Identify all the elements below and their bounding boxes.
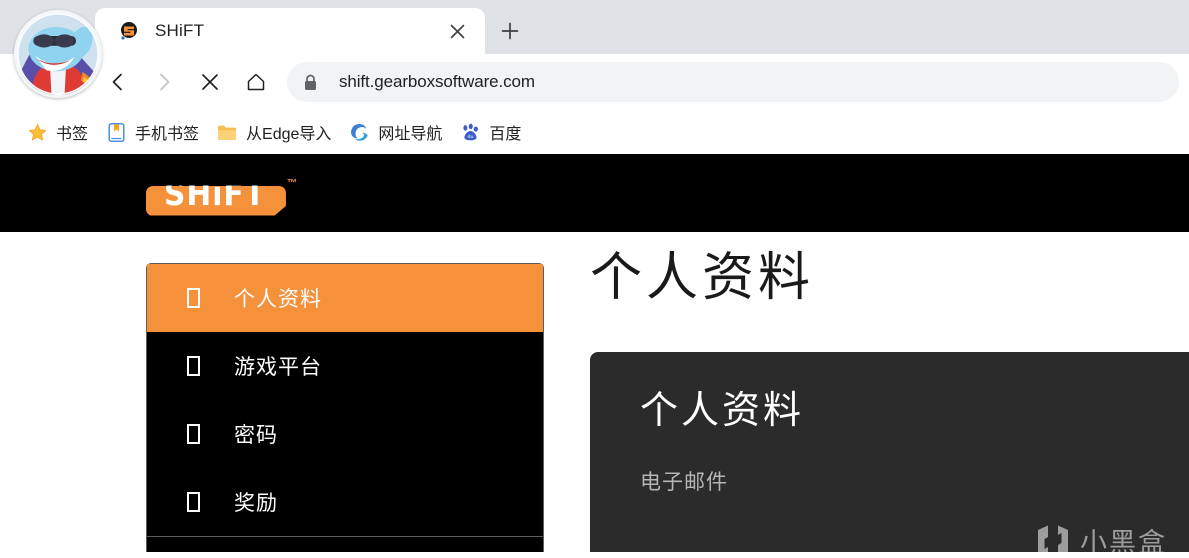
bookmark-label: 手机书签 <box>135 126 200 143</box>
gift-icon <box>180 492 206 512</box>
bookmark-label: 网址导航 <box>378 126 443 143</box>
shift-s-favicon <box>119 21 139 41</box>
address-bar[interactable]: shift.gearboxsoftware.com <box>287 62 1179 102</box>
main-column: 个人资料 个人资料 电子邮件 小黑盒 <box>590 232 1189 552</box>
sidebar-item-profile[interactable]: 个人资料 <box>147 264 543 332</box>
home-icon <box>247 73 265 91</box>
sidebar-item-label: 奖励 <box>234 492 278 515</box>
sidebar-item-gaming-platforms[interactable]: 游戏平台 <box>147 332 543 400</box>
star-icon <box>27 122 47 142</box>
avatar-artwork <box>17 13 99 95</box>
sidebar-footer-space <box>147 537 543 552</box>
watermark: 小黑盒 <box>1035 521 1167 552</box>
avatar-slot <box>0 0 102 98</box>
page-body: 个人资料 游戏平台 密码 奖励 个人资料 个人资料 电子邮件 小黑盒 <box>0 232 1189 552</box>
tab-title: SHiFT <box>155 21 205 40</box>
stop-button[interactable] <box>187 59 233 105</box>
back-button[interactable] <box>95 59 141 105</box>
bookmark-item-mobile[interactable]: 手机书签 <box>97 116 208 148</box>
bookmark-item-baidu[interactable]: du 百度 <box>451 116 530 148</box>
browser-tab-shift[interactable]: SHiFT <box>95 8 485 54</box>
shift-wordmark: SHiFT <box>164 173 266 213</box>
bookmark-label: 百度 <box>489 126 522 143</box>
home-button[interactable] <box>233 59 279 105</box>
account-sidebar: 个人资料 游戏平台 密码 奖励 <box>146 263 544 552</box>
back-arrow-icon <box>112 73 122 91</box>
shift-logo-plate: SHiFT <box>146 185 286 216</box>
bookmarks-bar: 书签 手机书签 从Edge导入 网址导航 du 百度 <box>0 110 1189 154</box>
profile-card: 个人资料 电子邮件 小黑盒 <box>590 352 1189 552</box>
shift-logo[interactable]: SHiFT ™ <box>146 177 297 216</box>
bookmark-label: 书签 <box>56 126 89 143</box>
lock-icon <box>303 74 323 91</box>
bookmark-item-nav[interactable]: 网址导航 <box>340 116 451 148</box>
trademark-symbol: ™ <box>286 177 297 189</box>
profile-icon <box>180 288 206 308</box>
gamepad-icon <box>180 356 206 376</box>
address-bar-url: shift.gearboxsoftware.com <box>339 72 535 91</box>
email-field-label: 电子邮件 <box>640 470 728 494</box>
sidebar-item-label: 密码 <box>234 424 278 447</box>
card-title: 个人资料 <box>640 390 805 432</box>
edge-icon <box>349 122 369 142</box>
xiaoheihe-logo-icon <box>1038 525 1068 552</box>
sidebar-item-password[interactable]: 密码 <box>147 400 543 468</box>
profile-avatar[interactable] <box>14 10 102 98</box>
new-tab-button[interactable] <box>485 8 535 54</box>
key-icon <box>180 424 206 444</box>
web-page-viewport: SHiFT ™ 个人资料 游戏平台 密码 奖励 个人资料 个人资料 电子邮件 小… <box>0 154 1189 552</box>
baidu-paw-icon: du <box>460 122 480 142</box>
folder-icon <box>217 122 237 142</box>
close-icon[interactable] <box>443 17 471 45</box>
bookmark-item-edge-import[interactable]: 从Edge导入 <box>208 116 340 148</box>
watermark-text: 小黑盒 <box>1080 528 1167 552</box>
stop-x-icon <box>202 74 218 90</box>
browser-window: SHiFT shift.gearboxsoftware.com 书签 手机书签 … <box>0 0 1189 558</box>
plus-icon <box>501 22 519 40</box>
forward-arrow-icon <box>160 73 170 91</box>
sidebar-item-label: 个人资料 <box>234 288 322 311</box>
page-title: 个人资料 <box>590 249 815 307</box>
tab-strip: SHiFT <box>0 0 1189 98</box>
sidebar-item-rewards[interactable]: 奖励 <box>147 468 543 536</box>
phone-bookmark-icon <box>106 122 126 142</box>
site-header: SHiFT ™ <box>0 154 1189 232</box>
sidebar-item-label: 游戏平台 <box>234 356 322 379</box>
forward-button[interactable] <box>141 59 187 105</box>
bookmark-item-shuqian[interactable]: 书签 <box>18 116 97 148</box>
browser-toolbar: shift.gearboxsoftware.com <box>0 54 1189 110</box>
svg-text:du: du <box>467 134 473 140</box>
bookmark-label: 从Edge导入 <box>246 126 332 143</box>
